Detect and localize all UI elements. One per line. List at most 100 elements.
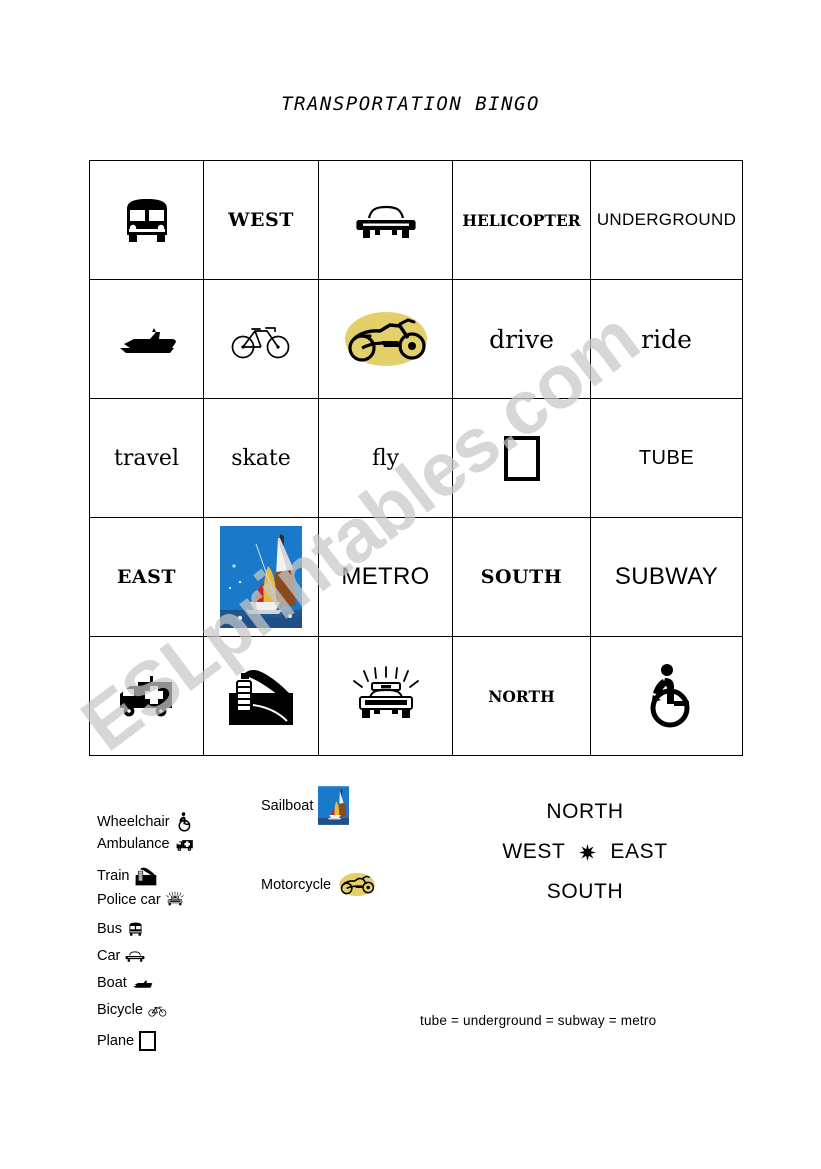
cell-content	[454, 400, 590, 517]
wheelchair-icon	[650, 664, 689, 728]
equivalence-note: tube = underground = subway = metro	[420, 1013, 657, 1028]
bingo-cell-police-car[interactable]	[318, 636, 453, 756]
train-icon	[135, 866, 157, 886]
cell-content: skate	[205, 400, 318, 517]
motorcycle-icon	[336, 869, 378, 900]
bingo-cell-text: fly	[371, 445, 400, 471]
bingo-cell-ambulance[interactable]	[89, 636, 204, 756]
car-icon	[125, 949, 145, 963]
police-car-icon	[352, 666, 419, 718]
bingo-cell-text: SOUTH	[480, 566, 563, 588]
bingo-cell-plane[interactable]	[452, 398, 591, 518]
compass-south-label: SOUTH	[546, 880, 624, 903]
legend-label: Boat	[97, 975, 127, 991]
bingo-cell-fly[interactable]: fly	[318, 398, 453, 518]
bingo-cell-metro[interactable]: METRO	[318, 517, 453, 637]
cell-content	[205, 519, 318, 636]
legend-label: Plane	[97, 1033, 135, 1049]
bingo-cell-motorcycle[interactable]	[318, 279, 453, 399]
bus-icon	[127, 921, 144, 937]
cell-content: NORTH	[454, 638, 590, 755]
bingo-cell-drive[interactable]: drive	[452, 279, 591, 399]
bingo-row: WEST HELICOPTER UNDERGROUND	[89, 160, 743, 280]
compass-north-label: NORTH	[546, 800, 624, 823]
legend-item-motorcycle: Motorcycle	[261, 869, 441, 900]
bingo-cell-tube[interactable]: TUBE	[590, 398, 743, 518]
bicycle-icon	[231, 327, 290, 359]
legend-item-plane: Plane	[97, 1031, 277, 1051]
compass-row-middle: WEST EAST	[440, 840, 730, 864]
bingo-cell-text: ride	[641, 324, 692, 354]
bingo-row: NORTH	[89, 636, 743, 756]
sailboat-photo-icon	[318, 786, 350, 825]
page-title: TRANSPORTATION BINGO	[281, 93, 540, 115]
legend-item-bus: Bus	[97, 921, 277, 937]
cell-content	[205, 281, 318, 398]
cell-content	[320, 162, 452, 279]
legend-item-police-car: Police car	[97, 890, 277, 909]
bingo-grid: WEST HELICOPTER UNDERGROUND drive ride t…	[89, 160, 743, 756]
train-icon	[229, 670, 293, 725]
bingo-cell-text: drive	[489, 324, 554, 354]
bingo-cell-north[interactable]: NORTH	[452, 636, 591, 756]
compass-row-north: NORTH	[440, 800, 730, 824]
sailboat-photo-icon	[220, 526, 302, 628]
bingo-cell-sailboat[interactable]	[203, 517, 319, 637]
boat-icon	[119, 328, 176, 353]
cell-content: UNDERGROUND	[592, 162, 742, 279]
bingo-cell-bus[interactable]	[89, 160, 204, 280]
legend-label: Sailboat	[261, 797, 314, 814]
legend-label: Bus	[97, 921, 122, 937]
bicycle-icon	[148, 1004, 167, 1017]
ambulance-icon	[119, 676, 172, 717]
compass-west-label: WEST	[502, 840, 566, 863]
cell-content: TUBE	[592, 400, 742, 517]
bingo-cell-text: travel	[114, 445, 179, 471]
cell-content	[592, 638, 742, 755]
cell-content: WEST	[205, 162, 318, 279]
legend-left-column: Wheelchair Ambulance Train Police car Bu…	[97, 812, 277, 1051]
police-car-icon	[165, 890, 184, 909]
bingo-cell-skate[interactable]: skate	[203, 398, 319, 518]
legend-item-wheelchair: Wheelchair	[97, 812, 277, 832]
bingo-cell-text: skate	[231, 445, 291, 471]
compass-row-south: SOUTH	[440, 880, 730, 904]
cell-content: METRO	[320, 519, 452, 636]
bus-icon	[126, 199, 167, 242]
legend-item-sailboat: Sailboat	[261, 786, 441, 825]
bingo-cell-boat[interactable]	[89, 279, 204, 399]
legend-item-ambulance: Ambulance	[97, 836, 277, 852]
bingo-cell-text: UNDERGROUND	[596, 210, 737, 229]
cell-content: drive	[454, 281, 590, 398]
cell-content: ride	[592, 281, 742, 398]
bingo-cell-text: HELICOPTER	[462, 210, 581, 230]
bingo-cell-wheelchair[interactable]	[590, 636, 743, 756]
bingo-grid-body: WEST HELICOPTER UNDERGROUND drive ride t…	[89, 160, 743, 756]
bingo-cell-helicopter[interactable]: HELICOPTER	[452, 160, 591, 280]
cell-content	[205, 638, 318, 755]
bingo-cell-east[interactable]: EAST	[89, 517, 204, 637]
compass-star-icon	[579, 843, 597, 861]
compass-rose: NORTH WEST EAST SOUTH	[440, 800, 730, 904]
bingo-cell-text: WEST	[228, 209, 294, 231]
cell-content: SUBWAY	[592, 519, 742, 636]
legend-label: Motorcycle	[261, 876, 332, 893]
boat-icon	[132, 977, 153, 989]
bingo-cell-underground[interactable]: UNDERGROUND	[590, 160, 743, 280]
bingo-row: drive ride	[89, 279, 743, 399]
bingo-cell-car[interactable]	[318, 160, 453, 280]
motorcycle-icon	[344, 312, 427, 366]
bingo-cell-travel[interactable]: travel	[89, 398, 204, 518]
cell-content	[91, 281, 203, 398]
bingo-cell-bicycle[interactable]	[203, 279, 319, 399]
bingo-cell-west[interactable]: WEST	[203, 160, 319, 280]
wheelchair-icon	[175, 812, 192, 832]
bingo-cell-text: METRO	[341, 563, 430, 590]
cell-content	[91, 162, 203, 279]
bingo-cell-subway[interactable]: SUBWAY	[590, 517, 743, 637]
bingo-cell-south[interactable]: SOUTH	[452, 517, 591, 637]
bingo-cell-ride[interactable]: ride	[590, 279, 743, 399]
legend-item-car: Car	[97, 948, 277, 964]
bingo-cell-train[interactable]	[203, 636, 319, 756]
cell-content	[320, 638, 452, 755]
